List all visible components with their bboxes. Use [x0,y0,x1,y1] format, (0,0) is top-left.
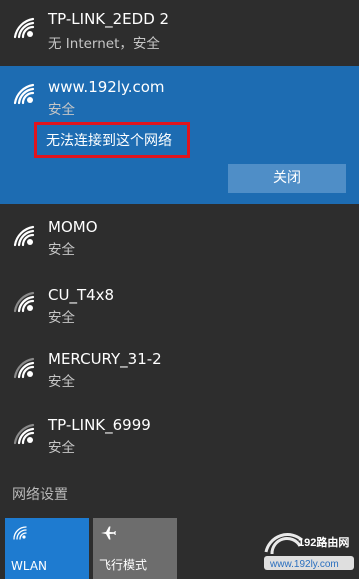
network-item-cu-t4x8[interactable]: CU_T4x8 安全 [0,278,359,338]
wifi-signal-icon [12,82,38,108]
network-status: 安全 [48,242,75,258]
network-name: TP-LINK_6999 [48,416,151,434]
network-name: MOMO [48,218,98,236]
network-name: CU_T4x8 [48,286,115,304]
network-status: 安全 [48,440,75,456]
wifi-signal-icon [12,290,38,316]
wifi-signal-icon [12,224,38,250]
watermark-brand: 192路由网 [298,535,349,549]
network-settings-link[interactable]: 网络设置 [12,484,68,504]
network-status: 安全 [48,374,75,390]
connection-error-message: 无法连接到这个网络 [46,133,172,149]
airplane-icon [100,525,116,541]
network-status: 安全 [48,102,75,118]
wlan-label: WLAN [11,559,48,573]
watermark-site: www.192ly.com [269,559,339,570]
watermark-logo: 192路由网 www.192ly.com [262,530,356,574]
network-item-tp-link-6999[interactable]: TP-LINK_6999 安全 [0,410,359,470]
network-item-www-192ly-com[interactable]: www.192ly.com 安全 [0,70,359,130]
airplane-mode-tile[interactable]: 飞行模式 [93,518,177,579]
network-status: 安全 [48,310,75,326]
network-name: www.192ly.com [48,78,165,96]
wifi-signal-icon [12,422,38,448]
wifi-icon [12,525,28,541]
airplane-mode-label: 飞行模式 [99,558,148,572]
network-name: MERCURY_31-2 [48,350,162,368]
network-item-momo[interactable]: MOMO 安全 [0,210,359,270]
network-name: TP-LINK_2EDD 2 [48,10,170,28]
network-item-tp-link-2edd-2[interactable]: TP-LINK_2EDD 2 无 Internet，安全 [0,2,359,62]
wlan-tile[interactable]: WLAN [5,518,89,579]
network-status: 无 Internet，安全 [48,36,160,52]
wifi-signal-icon [12,356,38,382]
network-item-mercury-31-2[interactable]: MERCURY_31-2 安全 [0,344,359,404]
network-flyout: TP-LINK_2EDD 2 无 Internet，安全 www.192ly.c… [0,0,359,579]
close-button[interactable]: 关闭 [228,164,346,193]
wifi-signal-icon [12,16,38,42]
